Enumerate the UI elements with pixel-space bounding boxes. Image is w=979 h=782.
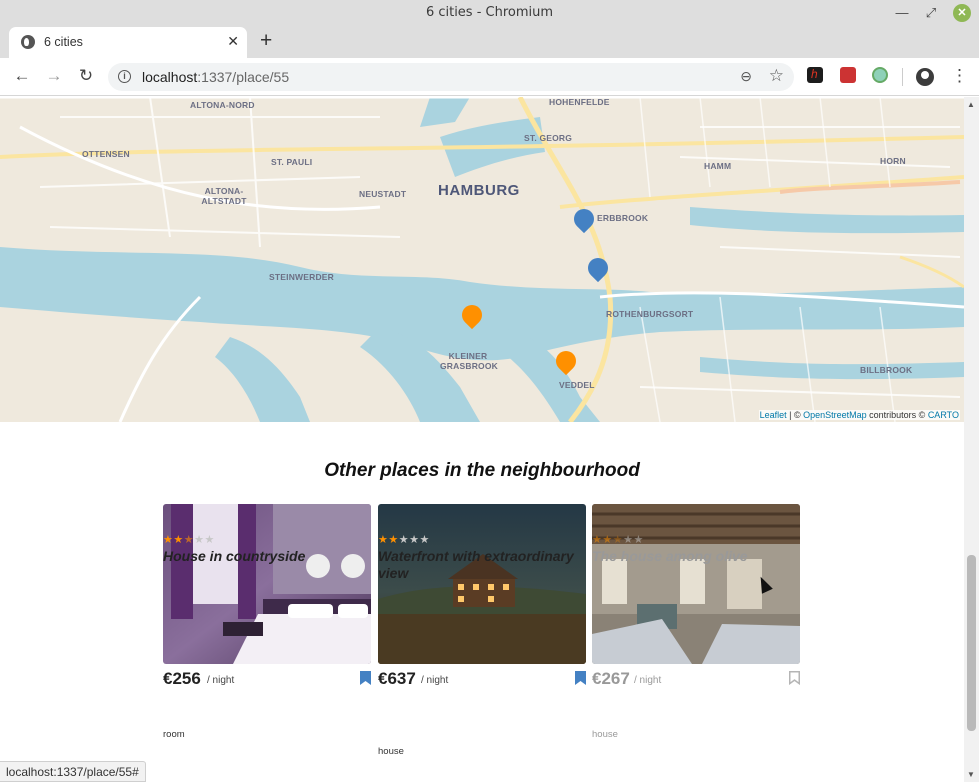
- tab-strip: 6 cities ✕ +: [0, 26, 979, 58]
- bookmark-outline-icon[interactable]: [789, 671, 800, 685]
- map-district-label: ROTHENBURGSORT: [606, 309, 694, 319]
- map-district-label: VEDDEL: [559, 380, 595, 390]
- url-path: :1337/place/55: [197, 69, 290, 85]
- map[interactable]: ALTONA-NORD HOHENFELDE OTTENSEN ST. PAUL…: [0, 97, 964, 422]
- kebab-menu-icon[interactable]: ⋮: [951, 66, 968, 86]
- close-window-icon[interactable]: ✕: [953, 4, 971, 22]
- map-district-label: ALTONA-ALTSTADT: [201, 186, 247, 206]
- forward-icon[interactable]: →: [44, 66, 64, 86]
- map-district-label: HAMM: [704, 161, 732, 171]
- extension-red-icon[interactable]: [840, 67, 856, 83]
- scrollbar-thumb[interactable]: [967, 555, 976, 731]
- map-district-label: KLEINER GRASBROOK: [440, 351, 498, 371]
- place-price: €267: [592, 669, 630, 688]
- place-name[interactable]: The house among olive: [592, 548, 800, 565]
- minimize-icon[interactable]: —: [893, 4, 911, 22]
- place-photo[interactable]: [163, 504, 371, 664]
- neighbourhood-title: Other places in the neighbourhood: [324, 460, 640, 481]
- place-type: room: [163, 729, 185, 740]
- address-bar[interactable]: i localhost:1337/place/55 ⊖ ☆: [108, 63, 794, 91]
- bookmark-icon[interactable]: [575, 671, 586, 685]
- tab-6-cities[interactable]: 6 cities ✕: [9, 27, 247, 58]
- extension-green-icon[interactable]: [872, 67, 888, 83]
- toolbar-divider: [902, 68, 903, 86]
- map-district-label: OTTENSEN: [82, 149, 130, 159]
- place-type: house: [592, 729, 618, 740]
- map-district-label: ERBBROOK: [597, 213, 649, 223]
- map-district-label: ST. GEORG: [524, 133, 573, 143]
- osm-link[interactable]: OpenStreetMap: [803, 410, 867, 420]
- bookmark-icon[interactable]: [360, 671, 371, 685]
- browser-toolbar: ← → ↻ i localhost:1337/place/55 ⊖ ☆ ⋮: [0, 58, 979, 96]
- back-icon[interactable]: ←: [12, 66, 32, 86]
- per-night-label: / night: [207, 675, 235, 686]
- scroll-up-icon[interactable]: ▲: [967, 100, 975, 109]
- globe-icon: [21, 35, 35, 49]
- tab-close-icon[interactable]: ✕: [227, 33, 239, 50]
- place-name[interactable]: Waterfront with extraordinary view: [378, 548, 586, 582]
- per-night-label: / night: [421, 675, 449, 686]
- rating-stars: ★★★★★: [378, 534, 430, 546]
- place-photo-image: [163, 504, 371, 664]
- place-card[interactable]: €256 / night ★★★★★ House in countryside …: [163, 504, 371, 740]
- rating-stars: ★★★★★: [163, 534, 215, 546]
- reload-icon[interactable]: ↻: [76, 66, 96, 86]
- window-titlebar: 6 cities - Chromium — ⤢ ✕: [0, 0, 979, 26]
- map-district-label: HOHENFELDE: [549, 97, 610, 107]
- scroll-down-icon[interactable]: ▼: [967, 770, 975, 779]
- attribution-separator: | ©: [786, 410, 804, 420]
- map-tiles: [0, 97, 964, 422]
- site-info-icon[interactable]: i: [118, 70, 131, 83]
- map-district-label: ALTONA-NORD: [190, 100, 255, 110]
- carto-link[interactable]: CARTO: [928, 410, 959, 420]
- place-price: €256: [163, 669, 201, 688]
- place-card[interactable]: €637 / night ★★★★★ Waterfront with extra…: [378, 504, 586, 757]
- restore-icon[interactable]: ⤢: [922, 4, 940, 22]
- zoom-icon[interactable]: ⊖: [740, 68, 752, 85]
- rating-stars: ★★★★★: [592, 534, 644, 546]
- place-card[interactable]: €267 / night ★★★★★ The house among olive…: [592, 504, 800, 740]
- place-photo[interactable]: [378, 504, 586, 664]
- map-city-label: HAMBURG: [438, 182, 520, 199]
- page-viewport: ALTONA-NORD HOHENFELDE OTTENSEN ST. PAUL…: [0, 97, 964, 782]
- url-host: localhost: [142, 69, 198, 85]
- status-bar-url: localhost:1337/place/55#: [0, 761, 146, 782]
- map-district-label: BILLBROOK: [860, 365, 913, 375]
- window-title: 6 cities - Chromium: [425, 5, 554, 20]
- vertical-scrollbar[interactable]: ▲ ▼: [964, 97, 979, 782]
- place-photo-image: [378, 504, 586, 664]
- per-night-label: / night: [634, 675, 662, 686]
- price-row: €256 / night: [163, 669, 371, 691]
- bookmark-star-icon[interactable]: ☆: [769, 66, 784, 86]
- price-row: €267 / night: [592, 669, 800, 691]
- extension-h-icon[interactable]: [807, 67, 823, 83]
- map-attribution: Leaflet | © OpenStreetMap contributors ©…: [758, 410, 960, 420]
- profile-icon[interactable]: [916, 68, 934, 86]
- url-text[interactable]: localhost:1337/place/55: [142, 69, 289, 85]
- attribution-text: contributors ©: [866, 410, 928, 420]
- map-district-label: NEUSTADT: [359, 189, 407, 199]
- map-district-label: STEINWERDER: [269, 272, 335, 282]
- place-type: house: [378, 746, 404, 757]
- price-row: €637 / night: [378, 669, 586, 691]
- map-district-label: ST. PAULI: [271, 157, 313, 167]
- place-price: €637: [378, 669, 416, 688]
- leaflet-link[interactable]: Leaflet: [760, 410, 787, 420]
- place-name[interactable]: House in countryside: [163, 548, 371, 565]
- new-tab-icon[interactable]: +: [260, 30, 272, 51]
- map-district-label: HORN: [880, 156, 906, 166]
- tab-title: 6 cities: [44, 35, 83, 49]
